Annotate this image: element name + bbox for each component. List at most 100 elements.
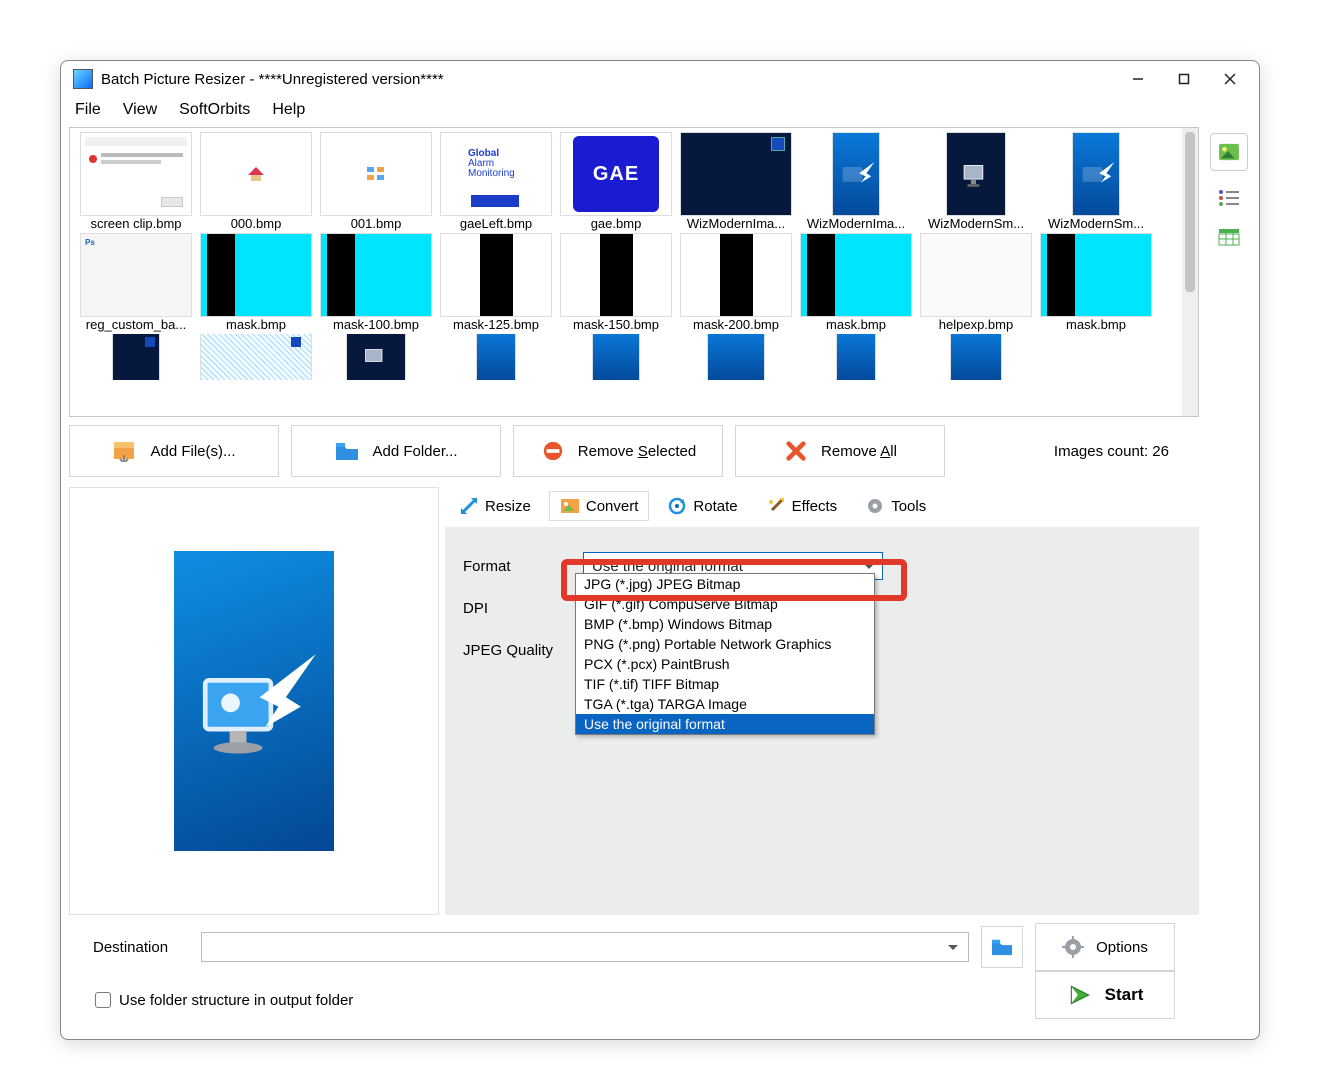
format-option[interactable]: PCX (*.pcx) PaintBrush	[576, 654, 874, 674]
thumb-caption: mask-200.bmp	[677, 317, 795, 332]
start-button[interactable]: Start	[1035, 971, 1175, 1019]
thumb-item[interactable]: screen clip.bmp	[77, 132, 195, 231]
menu-file[interactable]: File	[75, 101, 101, 119]
action-row: Add File(s)... Add Folder... Remove Sele…	[69, 417, 1199, 487]
thumb-item[interactable]: mask.bmp	[797, 233, 915, 332]
view-list-button[interactable]	[1218, 189, 1240, 210]
preview-pane	[69, 487, 439, 915]
start-label: Start	[1105, 985, 1144, 1005]
thumb-caption: gaeLeft.bmp	[437, 216, 555, 231]
settings-pane: Resize Convert Rotate Effects	[445, 487, 1199, 915]
thumb-item[interactable]: mask-125.bmp	[437, 233, 555, 332]
thumb-item[interactable]: 001.bmp	[317, 132, 435, 231]
menu-view[interactable]: View	[123, 101, 157, 119]
format-option[interactable]: GIF (*.gif) CompuServe Bitmap	[576, 594, 874, 614]
folder-structure-label: Use folder structure in output folder	[119, 992, 353, 1009]
minimize-button[interactable]	[1115, 63, 1161, 95]
maximize-button[interactable]	[1161, 63, 1207, 95]
thumb-item[interactable]	[437, 334, 555, 380]
menu-help[interactable]: Help	[272, 101, 305, 119]
thumb-image	[680, 233, 792, 317]
thumb-image	[200, 132, 312, 216]
close-button[interactable]	[1207, 63, 1253, 95]
table-icon	[1218, 228, 1240, 246]
list-icon	[1218, 189, 1240, 207]
thumb-item[interactable]: WizModernSm...	[917, 132, 1035, 231]
thumb-item[interactable]: WizModernIma...	[677, 132, 795, 231]
gallery-wrap: screen clip.bmp 000.bmp 001.bmp	[69, 127, 1199, 417]
home-icon	[246, 165, 266, 183]
minimize-icon	[1132, 73, 1144, 85]
thumb-image	[80, 132, 192, 216]
destination-input[interactable]	[201, 932, 969, 962]
options-button[interactable]: Options	[1035, 923, 1175, 971]
thumb-item[interactable]: WizModernIma...	[797, 132, 915, 231]
format-option[interactable]: BMP (*.bmp) Windows Bitmap	[576, 614, 874, 634]
content-area: screen clip.bmp 000.bmp 001.bmp	[61, 127, 1259, 1039]
bottom-bar: Destination Options Use folder structure…	[69, 915, 1199, 1031]
thumb-image	[800, 233, 912, 317]
thumb-item[interactable]	[77, 334, 195, 380]
browse-button[interactable]	[981, 926, 1023, 968]
destination-row: Destination Options	[93, 923, 1175, 971]
gallery[interactable]: screen clip.bmp 000.bmp 001.bmp	[70, 128, 1182, 416]
view-thumbnails-button[interactable]	[1210, 133, 1248, 171]
thumb-item[interactable]	[317, 334, 435, 380]
menu-softorbits[interactable]: SoftOrbits	[179, 101, 250, 119]
thumb-item[interactable]: helpexp.bmp	[917, 233, 1035, 332]
thumb-item[interactable]	[797, 334, 915, 380]
thumb-image	[920, 233, 1032, 317]
format-option[interactable]: PNG (*.png) Portable Network Graphics	[576, 634, 874, 654]
add-files-button[interactable]: Add File(s)...	[69, 425, 279, 477]
image-icon	[1218, 143, 1240, 161]
app-icon	[73, 69, 93, 89]
tabs: Resize Convert Rotate Effects	[445, 487, 1199, 527]
convert-panel: Format Use the original format DPI JPEG …	[445, 527, 1199, 915]
tab-label: Convert	[586, 498, 639, 515]
tab-rotate[interactable]: Rotate	[657, 491, 747, 521]
format-option[interactable]: Use the original format	[576, 714, 874, 734]
thumb-item[interactable]: Global Alarm Monitoring gaeLeft.bmp	[437, 132, 555, 231]
preview-image	[174, 551, 334, 851]
folder-structure-row[interactable]: Use folder structure in output folder	[93, 978, 353, 1013]
dpi-label: DPI	[463, 600, 583, 617]
format-option[interactable]: TIF (*.tif) TIFF Bitmap	[576, 674, 874, 694]
tab-effects[interactable]: Effects	[756, 491, 848, 521]
tab-resize[interactable]: Resize	[449, 491, 541, 521]
thumb-image	[320, 233, 432, 317]
tab-tools[interactable]: Tools	[855, 491, 936, 521]
thumb-item[interactable]: mask-100.bmp	[317, 233, 435, 332]
monitor-arrow-icon	[1076, 154, 1116, 194]
gallery-scrollbar[interactable]	[1182, 128, 1198, 416]
add-files-label: Add File(s)...	[150, 443, 235, 460]
thumb-item[interactable]: mask.bmp	[1037, 233, 1155, 332]
format-option[interactable]: TGA (*.tga) TARGA Image	[576, 694, 874, 714]
remove-selected-button[interactable]: Remove Selected	[513, 425, 723, 477]
thumb-item[interactable]: GAE gae.bmp	[557, 132, 675, 231]
thumb-image	[346, 334, 406, 380]
thumb-caption: mask.bmp	[1037, 317, 1155, 332]
thumb-image	[200, 233, 312, 317]
format-option[interactable]: JPG (*.jpg) JPEG Bitmap	[576, 574, 874, 594]
thumb-item[interactable]	[677, 334, 795, 380]
thumb-image	[950, 334, 1002, 380]
thumb-item[interactable]: WizModernSm...	[1037, 132, 1155, 231]
view-table-button[interactable]	[1218, 228, 1240, 249]
thumb-caption: mask-150.bmp	[557, 317, 675, 332]
resize-icon	[459, 496, 479, 516]
destination-label: Destination	[93, 939, 189, 956]
remove-all-button[interactable]: Remove All	[735, 425, 945, 477]
add-files-icon	[112, 440, 138, 462]
thumb-item[interactable]: mask-200.bmp	[677, 233, 795, 332]
thumb-item[interactable]: mask-150.bmp	[557, 233, 675, 332]
add-folder-button[interactable]: Add Folder...	[291, 425, 501, 477]
thumb-item[interactable]	[557, 334, 675, 380]
thumb-item[interactable]: mask.bmp	[197, 233, 315, 332]
thumb-item[interactable]	[917, 334, 1035, 380]
thumb-item[interactable]: 000.bmp	[197, 132, 315, 231]
tab-convert[interactable]: Convert	[549, 491, 650, 521]
no-entry-icon	[540, 440, 566, 462]
thumb-item[interactable]	[197, 334, 315, 380]
thumb-item[interactable]: Ps reg_custom_ba...	[77, 233, 195, 332]
wand-icon	[766, 496, 786, 516]
